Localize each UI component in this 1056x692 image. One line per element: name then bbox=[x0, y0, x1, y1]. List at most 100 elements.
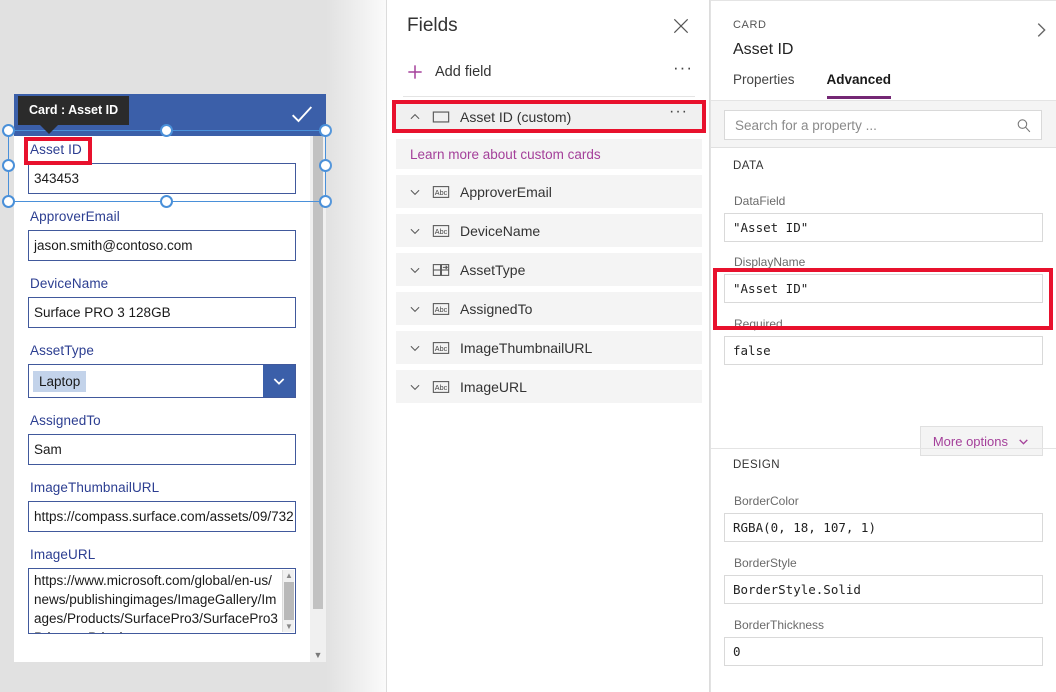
app-root: Asset ID 343453 ApproverEmail jason.smit… bbox=[0, 0, 1056, 692]
field-input[interactable]: Surface PRO 3 128GB bbox=[28, 297, 296, 328]
svg-text:Abc: Abc bbox=[435, 344, 448, 353]
fields-panel: Fields Add field ··· Asset ID (custom) bbox=[386, 0, 710, 692]
tab-properties[interactable]: Properties bbox=[733, 72, 795, 99]
learn-more-row: Learn more about custom cards bbox=[396, 139, 702, 169]
more-options-button[interactable]: More options bbox=[920, 426, 1043, 456]
chevron-down-icon[interactable] bbox=[408, 224, 422, 238]
fields-list: Asset ID (custom) ··· Learn more about c… bbox=[387, 100, 711, 409]
choice-table-icon bbox=[432, 263, 450, 277]
scroll-down-arrow-icon[interactable]: ▼ bbox=[283, 621, 295, 632]
property-value-input[interactable]: RGBA(0, 18, 107, 1) bbox=[724, 513, 1043, 542]
property-value-input[interactable]: 0 bbox=[724, 637, 1043, 666]
field-label: DeviceName bbox=[460, 223, 540, 239]
field-input[interactable]: 343453 bbox=[28, 163, 296, 194]
property-borderthickness: BorderThickness 0 bbox=[711, 618, 1056, 666]
property-required: Required false bbox=[711, 317, 1056, 365]
section-design: DESIGN BorderColor RGBA(0, 18, 107, 1) B… bbox=[711, 459, 1056, 666]
divider bbox=[711, 0, 1056, 1]
chevron-down-icon[interactable] bbox=[408, 263, 422, 277]
chevron-down-icon[interactable] bbox=[408, 341, 422, 355]
abc-text-icon: Abc bbox=[432, 302, 450, 316]
field-row-device-name[interactable]: Abc DeviceName bbox=[396, 214, 702, 247]
field-row-asset-id-custom[interactable]: Asset ID (custom) ··· bbox=[396, 100, 702, 133]
property-label: DisplayName bbox=[724, 255, 1043, 274]
property-label: BorderColor bbox=[724, 494, 1043, 513]
card-tooltip: Card : Asset ID bbox=[18, 96, 129, 125]
add-field-button[interactable]: Add field ··· bbox=[387, 56, 711, 88]
property-value-input[interactable]: "Asset ID" bbox=[724, 213, 1043, 242]
field-label: Asset ID (custom) bbox=[460, 109, 571, 125]
field-row-assigned-to[interactable]: Abc AssignedTo bbox=[396, 292, 702, 325]
field-label: ImageURL bbox=[28, 541, 296, 568]
field-input[interactable]: jason.smith@contoso.com bbox=[28, 230, 296, 261]
field-row-image-url[interactable]: Abc ImageURL bbox=[396, 370, 702, 403]
form-field-approver-email[interactable]: ApproverEmail jason.smith@contoso.com bbox=[28, 203, 296, 261]
properties-title: Asset ID bbox=[733, 41, 793, 59]
field-overflow-button[interactable]: ··· bbox=[669, 103, 688, 121]
field-row-approver-email[interactable]: Abc ApproverEmail bbox=[396, 175, 702, 208]
field-input[interactable]: https://compass.surface.com/assets/09/73… bbox=[28, 501, 296, 532]
property-displayname: DisplayName "Asset ID" bbox=[711, 255, 1056, 303]
field-textarea-value: https://www.microsoft.com/global/en-us/n… bbox=[34, 573, 278, 634]
scrollbar-thumb[interactable] bbox=[313, 136, 323, 609]
chevron-down-icon[interactable] bbox=[408, 185, 422, 199]
search-icon[interactable] bbox=[1015, 117, 1032, 134]
chevron-down-icon[interactable] bbox=[408, 302, 422, 316]
edit-form[interactable]: Asset ID 343453 ApproverEmail jason.smit… bbox=[14, 94, 326, 662]
add-field-overflow-button[interactable]: ··· bbox=[673, 58, 693, 78]
tooltip-pointer bbox=[40, 125, 58, 134]
form-field-image-thumbnail-url[interactable]: ImageThumbnailURL https://compass.surfac… bbox=[28, 474, 296, 532]
svg-text:Abc: Abc bbox=[435, 305, 448, 314]
abc-text-icon: Abc bbox=[432, 224, 450, 238]
canvas-edge-fade bbox=[326, 0, 386, 692]
property-label: BorderThickness bbox=[724, 618, 1043, 637]
property-label: Required bbox=[724, 317, 1043, 336]
form-field-device-name[interactable]: DeviceName Surface PRO 3 128GB bbox=[28, 270, 296, 328]
form-field-assigned-to[interactable]: AssignedTo Sam bbox=[28, 407, 296, 465]
fields-panel-title: Fields bbox=[407, 15, 458, 37]
divider bbox=[711, 448, 1056, 449]
svg-text:Abc: Abc bbox=[435, 227, 448, 236]
form-field-asset-id[interactable]: Asset ID 343453 bbox=[28, 136, 296, 194]
field-input[interactable]: Sam bbox=[28, 434, 296, 465]
property-value-input[interactable]: false bbox=[724, 336, 1043, 365]
learn-more-link[interactable]: Learn more about custom cards bbox=[410, 147, 601, 162]
scrollbar-thumb[interactable] bbox=[284, 582, 294, 620]
property-value-input[interactable]: "Asset ID" bbox=[724, 274, 1043, 303]
property-value-input[interactable]: BorderStyle.Solid bbox=[724, 575, 1043, 604]
card-tooltip-label: Card : Asset ID bbox=[29, 103, 118, 117]
tab-advanced[interactable]: Advanced bbox=[827, 72, 892, 99]
divider bbox=[711, 147, 1056, 148]
field-dropdown[interactable]: Laptop bbox=[28, 364, 296, 398]
form-scrollbar[interactable]: ▼ bbox=[310, 136, 326, 662]
textarea-scrollbar[interactable]: ▲ ▼ bbox=[282, 570, 294, 632]
field-label: AssetType bbox=[460, 262, 525, 278]
search-placeholder: Search for a property ... bbox=[735, 118, 877, 133]
abc-text-icon: Abc bbox=[432, 185, 450, 199]
property-bordercolor: BorderColor RGBA(0, 18, 107, 1) bbox=[711, 494, 1056, 542]
divider bbox=[403, 96, 695, 97]
field-row-image-thumbnail-url[interactable]: Abc ImageThumbnailURL bbox=[396, 331, 702, 364]
form-fields-container: Asset ID 343453 ApproverEmail jason.smit… bbox=[14, 136, 310, 662]
scroll-up-arrow-icon[interactable]: ▲ bbox=[283, 570, 295, 581]
chevron-right-icon[interactable] bbox=[1030, 19, 1052, 41]
form-field-asset-type[interactable]: AssetType Laptop bbox=[28, 337, 296, 398]
field-label: ImageThumbnailURL bbox=[460, 340, 592, 356]
field-textarea[interactable]: https://www.microsoft.com/global/en-us/n… bbox=[28, 568, 296, 634]
dropdown-toggle-button[interactable] bbox=[263, 365, 295, 397]
section-heading: DATA bbox=[711, 160, 1056, 172]
checkmark-icon[interactable] bbox=[288, 100, 316, 128]
app-canvas: Asset ID 343453 ApproverEmail jason.smit… bbox=[0, 0, 386, 692]
field-label: AssignedTo bbox=[460, 301, 532, 317]
close-icon[interactable] bbox=[671, 16, 691, 36]
properties-tabs: Properties Advanced bbox=[733, 72, 891, 99]
form-field-image-url[interactable]: ImageURL https://www.microsoft.com/globa… bbox=[28, 541, 296, 634]
field-row-asset-type[interactable]: AssetType bbox=[396, 253, 702, 286]
svg-text:Abc: Abc bbox=[435, 188, 448, 197]
search-input[interactable]: Search for a property ... bbox=[724, 110, 1042, 140]
chevron-down-icon bbox=[271, 373, 287, 389]
scroll-down-arrow-icon[interactable]: ▼ bbox=[310, 648, 326, 662]
section-data: DATA DataField "Asset ID" DisplayName "A… bbox=[711, 160, 1056, 365]
chevron-up-icon[interactable] bbox=[408, 110, 422, 124]
chevron-down-icon[interactable] bbox=[408, 380, 422, 394]
